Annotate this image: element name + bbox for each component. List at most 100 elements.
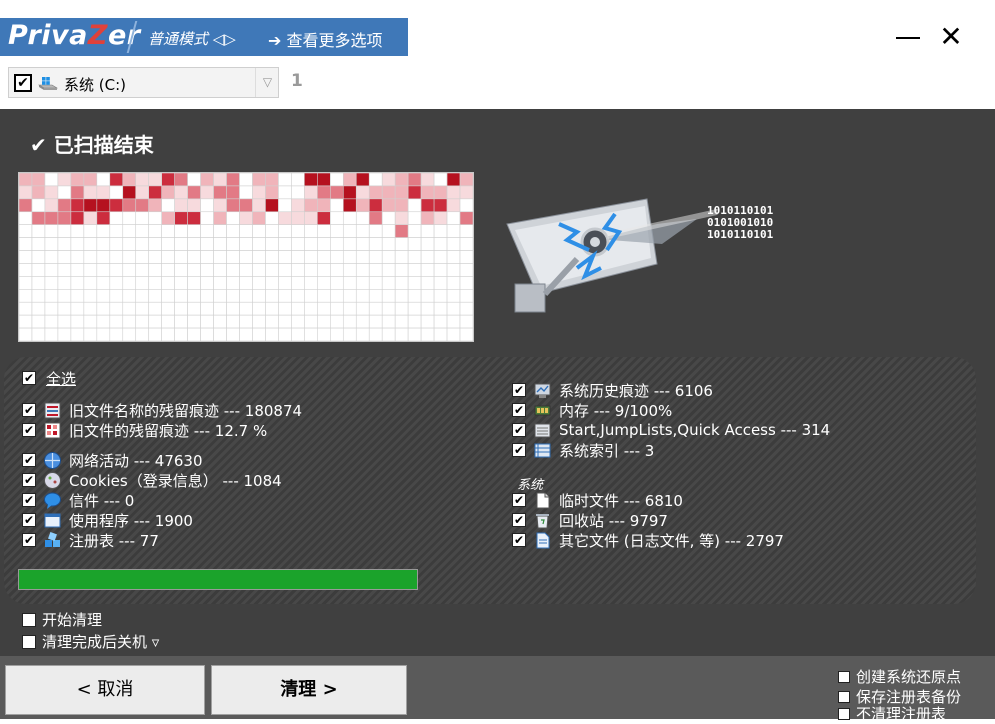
item-checkbox[interactable]: ✔ (512, 533, 526, 547)
heatmap-cell (407, 263, 422, 277)
item-checkbox[interactable]: ✔ (22, 533, 36, 547)
heatmap-cell (148, 173, 162, 187)
select-all-checkbox[interactable]: ✔ (22, 371, 36, 385)
item-checkbox[interactable]: ✔ (22, 513, 36, 527)
item-checkbox[interactable]: ✔ (512, 383, 526, 397)
skip-registry-option[interactable]: 不清理注册表 (838, 703, 946, 724)
heatmap-cell (57, 327, 72, 341)
chevron-down-icon[interactable]: ▽ (255, 68, 279, 97)
mode-selector[interactable]: 普通模式 ◁▷ (148, 28, 236, 49)
item-checkbox[interactable]: ✔ (512, 403, 526, 417)
item-checkbox[interactable]: ✔ (22, 453, 36, 467)
heatmap-cell (213, 301, 227, 316)
cleanup-item[interactable]: ✔ 网络活动 --- 47630 (22, 450, 203, 470)
heatmap-cell (31, 314, 46, 329)
heatmap-cell (459, 314, 473, 329)
heatmap-cell (213, 211, 227, 225)
heatmap-cell (433, 314, 448, 329)
svg-text:1010110101: 1010110101 (707, 228, 774, 241)
item-checkbox[interactable]: ✔ (512, 513, 526, 527)
shutdown-after-checkbox[interactable] (22, 634, 36, 649)
item-checkbox[interactable]: ✔ (22, 493, 36, 507)
heatmap-cell (226, 314, 240, 329)
cleanup-item[interactable]: ✔ 系统索引 --- 3 (512, 440, 654, 460)
heatmap-cell (109, 185, 124, 200)
more-options-link[interactable]: ➔ 查看更多选项 (268, 27, 383, 51)
item-checkbox[interactable]: ✔ (22, 403, 36, 417)
heatmap-cell (291, 185, 305, 200)
cleanup-item[interactable]: ✔ 注册表 --- 77 (22, 530, 159, 550)
cleanup-item[interactable]: ✔ 使用程序 --- 1900 (22, 510, 193, 530)
heatmap-cell (31, 237, 46, 251)
heatmap-cell (174, 289, 188, 303)
skip-registry-checkbox[interactable] (838, 707, 850, 720)
restore-point-option[interactable]: 创建系统还原点 (838, 666, 961, 687)
heatmap-cell (265, 250, 279, 264)
item-checkbox[interactable]: ✔ (22, 473, 36, 487)
item-label: 网络活动 --- 47630 (69, 451, 203, 470)
heatmap-cell (174, 173, 188, 187)
shutdown-after-option[interactable]: 清理完成后关机 ▿ (22, 631, 159, 652)
heatmap-cell (161, 327, 175, 341)
heatmap-cell (381, 327, 396, 341)
grid-icon (44, 422, 61, 438)
registry-backup-checkbox[interactable] (838, 690, 850, 703)
cleanup-item[interactable]: ✔ 系统历史痕迹 --- 6106 (512, 380, 713, 400)
heatmap-cell (200, 173, 214, 187)
cleanup-item[interactable]: ✔ 信件 --- 0 (22, 490, 134, 510)
start-clean-option[interactable]: 开始清理 (22, 609, 102, 630)
heatmap-cell (135, 198, 150, 213)
heatmap-cell (278, 173, 292, 187)
heatmap-cell (304, 237, 318, 251)
start-clean-checkbox[interactable] (22, 612, 36, 627)
item-checkbox[interactable]: ✔ (512, 443, 526, 457)
heatmap-cell (57, 289, 72, 303)
cleanup-item[interactable]: ✔ Cookies（登录信息） --- 1084 (22, 470, 282, 490)
cleanup-item[interactable]: ✔ 回收站 --- 9797 (512, 510, 668, 530)
drive-checkbox[interactable]: ✔ (14, 74, 32, 92)
cleanup-item[interactable]: ✔ Start,JumpLists,Quick Access --- 314 (512, 420, 830, 440)
heatmap-cell (265, 237, 279, 251)
heatmap-cell (330, 198, 344, 213)
heatmap-cell (317, 237, 331, 251)
heatmap-cell (83, 185, 98, 200)
heatmap-cell (278, 314, 292, 329)
cleanup-item[interactable]: ✔ 旧文件名称的残留痕迹 --- 180874 (22, 400, 302, 420)
heatmap-cell (446, 173, 461, 187)
heatmap-cell (109, 289, 124, 303)
heatmap-cell (19, 211, 33, 225)
heatmap-cell (278, 263, 292, 277)
drive-dropdown[interactable]: ✔ 系统 (C:) ▽ (8, 67, 279, 98)
cleanup-item[interactable]: ✔ 临时文件 --- 6810 (512, 490, 683, 510)
minimize-button[interactable] (896, 24, 920, 50)
item-checkbox[interactable]: ✔ (22, 423, 36, 437)
heatmap-cell (213, 250, 227, 264)
cleanup-item[interactable]: ✔ 其它文件 (日志文件, 等) --- 2797 (512, 530, 784, 550)
select-all-link[interactable]: 全选 (46, 368, 76, 389)
clean-button[interactable]: 清理 > (211, 665, 407, 715)
heatmap-cell (459, 185, 473, 200)
select-all-row[interactable]: ✔ 全选 (22, 368, 76, 388)
heatmap-cell (19, 185, 33, 200)
heatmap-cell (459, 327, 473, 341)
restore-point-checkbox[interactable] (838, 670, 850, 683)
heatmap-cell (109, 276, 124, 290)
heatmap-cell (304, 185, 318, 200)
heatmap-cell (394, 263, 409, 277)
heatmap-cell (96, 173, 111, 187)
cleanup-item[interactable]: ✔ 内存 --- 9/100% (512, 400, 672, 420)
heatmap-cell (70, 198, 85, 213)
heatmap-cell (368, 198, 383, 213)
shutdown-after-label: 清理完成后关机 ▿ (42, 633, 160, 651)
heatmap-cell (148, 263, 162, 277)
heatmap-cell (187, 224, 201, 238)
heatmap-cell (96, 276, 111, 290)
cancel-button[interactable]: < 取消 (5, 665, 205, 715)
item-checkbox[interactable]: ✔ (512, 493, 526, 507)
heatmap-cell (291, 327, 305, 341)
cleanup-item[interactable]: ✔ 旧文件的残留痕迹 --- 12.7 % (22, 420, 267, 440)
heatmap-cell (342, 198, 357, 213)
heatmap-cell (226, 211, 240, 225)
item-checkbox[interactable]: ✔ (512, 423, 526, 437)
close-button[interactable]: ✕ (939, 23, 963, 51)
